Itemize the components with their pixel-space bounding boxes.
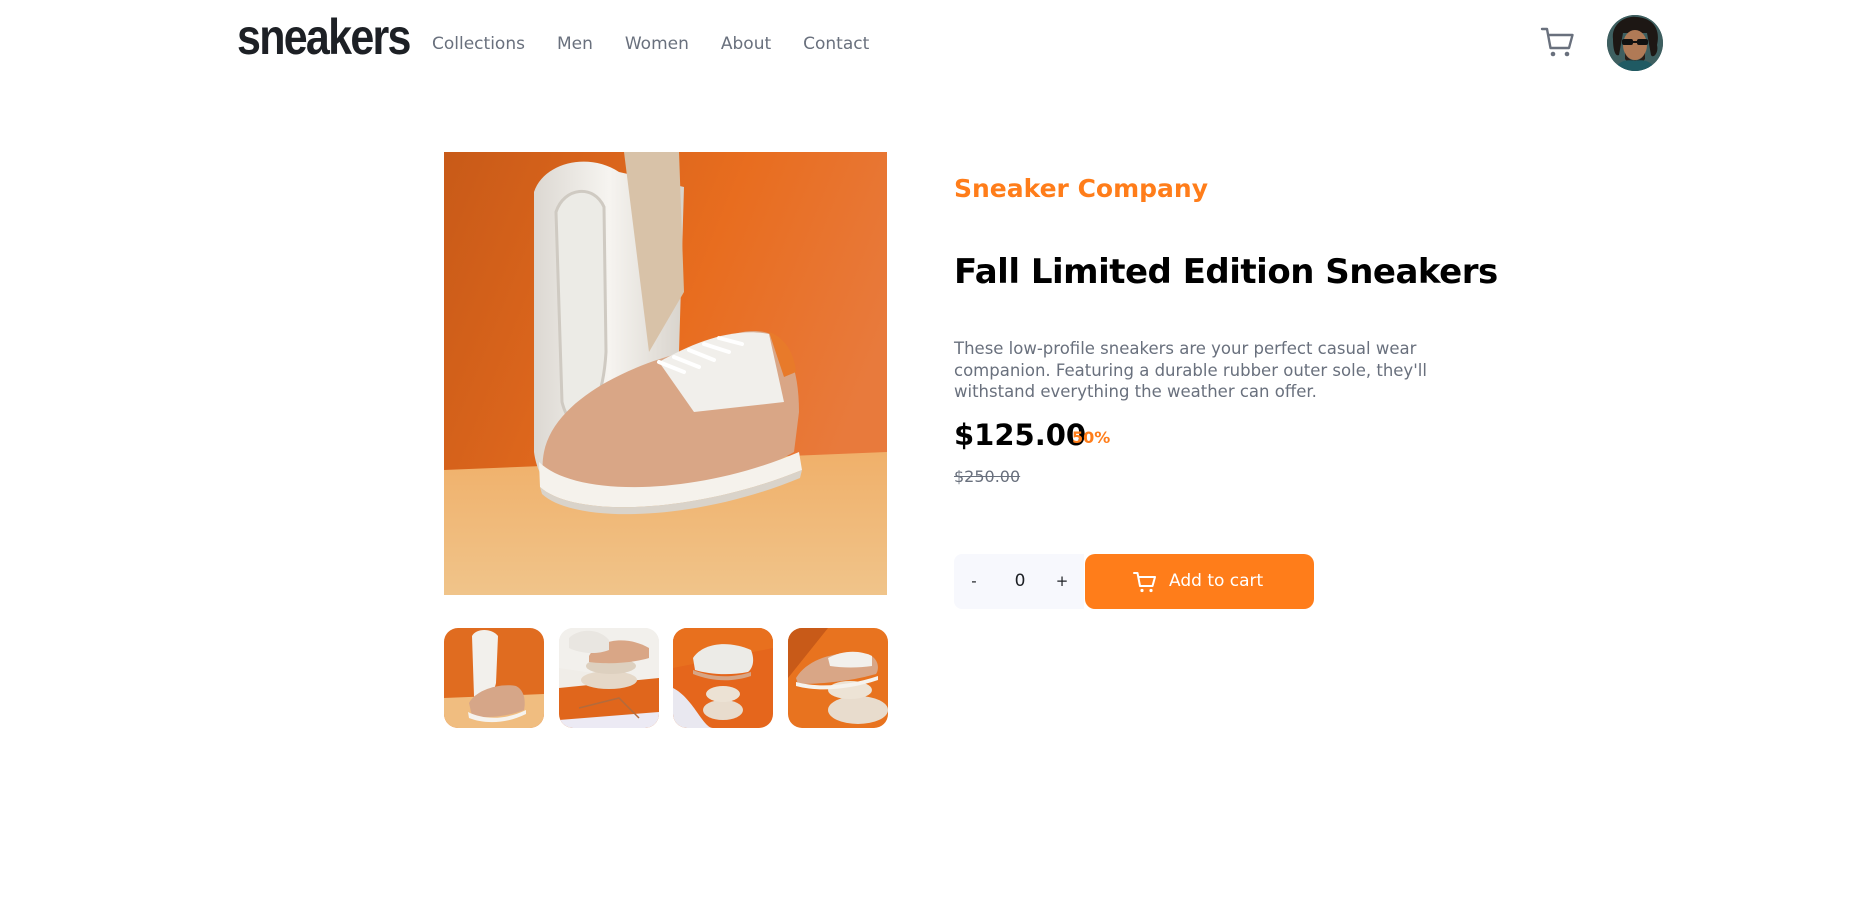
add-to-cart-button[interactable]: Add to cart — [1085, 554, 1314, 609]
site-header: sneakers Collections Men Women About Con… — [0, 0, 1876, 88]
product-main-image[interactable] — [444, 152, 887, 595]
company-name: Sneaker Company — [954, 174, 1209, 203]
quantity-value: 0 — [1014, 571, 1026, 591]
decrease-quantity-button[interactable]: - — [954, 554, 994, 609]
avatar[interactable] — [1607, 15, 1663, 71]
thumbnail-1[interactable] — [444, 628, 544, 728]
quantity-stepper: - 0 + — [954, 554, 1084, 609]
nav-item-about[interactable]: About — [721, 31, 771, 57]
logo[interactable]: sneakers — [237, 8, 411, 66]
add-to-cart-label: Add to cart — [1169, 571, 1264, 591]
nav-item-men[interactable]: Men — [557, 31, 593, 57]
product-title: Fall Limited Edition Sneakers — [954, 252, 1498, 292]
cart-icon — [1133, 571, 1157, 593]
nav-item-contact[interactable]: Contact — [803, 31, 869, 57]
thumbnail-2[interactable] — [559, 628, 659, 728]
original-price: $250.00 — [954, 467, 1021, 486]
cart-icon[interactable] — [1540, 26, 1576, 58]
current-price: $125.00 — [954, 418, 1087, 452]
thumbnail-4[interactable] — [788, 628, 888, 728]
increase-quantity-button[interactable]: + — [1042, 554, 1082, 609]
thumbnail-3[interactable] — [673, 628, 773, 728]
thumbnail-strip — [444, 628, 888, 728]
discount-badge: 50% — [1072, 428, 1111, 447]
nav-item-women[interactable]: Women — [625, 31, 689, 57]
nav-item-collections[interactable]: Collections — [432, 31, 525, 57]
main-nav: Collections Men Women About Contact — [432, 31, 901, 57]
product-description: These low-profile sneakers are your perf… — [954, 339, 1427, 401]
